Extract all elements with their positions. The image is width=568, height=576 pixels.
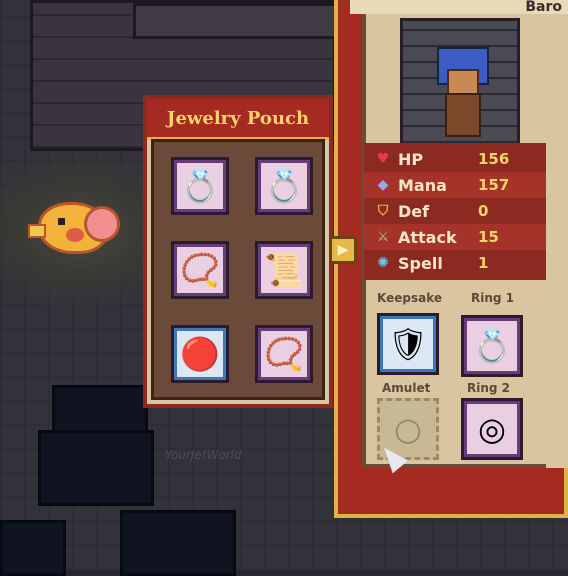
pouch-title: Jewelry Pouch [147,99,329,140]
stat-value: 15 [478,228,499,246]
stats-panel: ♥ HP 156 ◆ Mana 157 ⛉ Def 0 ⚔ Attack 15 … [364,143,546,280]
chicken-npc[interactable] [28,188,120,258]
ring2-slot[interactable]: ◎ [461,398,523,460]
stat-def: ⛉ Def 0 [364,198,546,224]
rock [120,510,236,576]
stat-spell: ✺ Spell 1 [364,250,546,276]
stat-label: Attack [398,227,457,247]
stat-value: 1 [478,254,489,272]
building-step [133,3,339,39]
shield-icon: 🛡 [387,325,429,363]
crystal-icon: ◆ [377,177,389,193]
ring1-label: Ring 1 [471,291,515,305]
watermark: YourJetWorld [165,448,242,462]
keepsake-label: Keepsake [377,291,442,305]
ruby-pendant-icon: 🔴 [180,335,220,373]
pouch-slot-3[interactable]: 📿 [171,241,229,299]
transfer-arrow-button[interactable]: ▶ [329,236,357,264]
helmet-icon: ⛉ [377,203,389,219]
stat-value: 156 [478,150,510,168]
pouch-slot-4[interactable]: 📜 [255,241,313,299]
rock [0,520,66,576]
side-column [546,0,568,468]
hero-sprite [437,47,489,137]
character-portrait [400,18,520,146]
pouch-slot-5[interactable]: 🔴 [171,325,229,383]
pouch-slot-6[interactable]: 📿 [255,325,313,383]
pouch-slot-1[interactable]: 💍 [171,157,229,215]
stat-hp: ♥ HP 156 [364,146,546,172]
jewelry-pouch-panel: Jewelry Pouch 💍 💍 📿 📜 🔴 📿 [143,95,333,408]
ring2-label: Ring 2 [467,381,511,395]
stat-label: Def [398,201,430,221]
keepsake-slot[interactable]: 🛡 [377,313,439,375]
stat-label: Spell [398,253,443,273]
beaded-bracelet-icon: 📿 [264,335,304,373]
character-name: Baro [350,0,568,14]
stat-mana: ◆ Mana 157 [364,172,546,198]
amulet-label: Amulet [382,381,431,395]
rock [38,430,154,506]
emerald-serpent-ring-icon: 💍 [180,167,220,205]
ring1-slot[interactable]: 💍 [461,315,523,377]
diamond-gold-ring-icon: 💍 [264,167,304,205]
ruby-ring-icon: 💍 [472,327,512,365]
empty-amulet-icon: ○ [394,410,422,448]
spark-icon: ✺ [377,255,389,271]
sword-icon: ⚔ [376,229,390,245]
pouch-slot-2[interactable]: 💍 [255,157,313,215]
stat-label: Mana [398,175,447,195]
heart-icon: ♥ [376,151,390,167]
rune-tablet-icon: 📜 [264,251,304,289]
stat-value: 157 [478,176,510,194]
stat-label: HP [398,149,424,169]
bronze-ring-icon: ◎ [478,410,506,448]
arrow-right-icon: ▶ [337,242,349,258]
stat-value: 0 [478,202,489,220]
stat-attack: ⚔ Attack 15 [364,224,546,250]
rope-amulet-icon: 📿 [180,251,220,289]
